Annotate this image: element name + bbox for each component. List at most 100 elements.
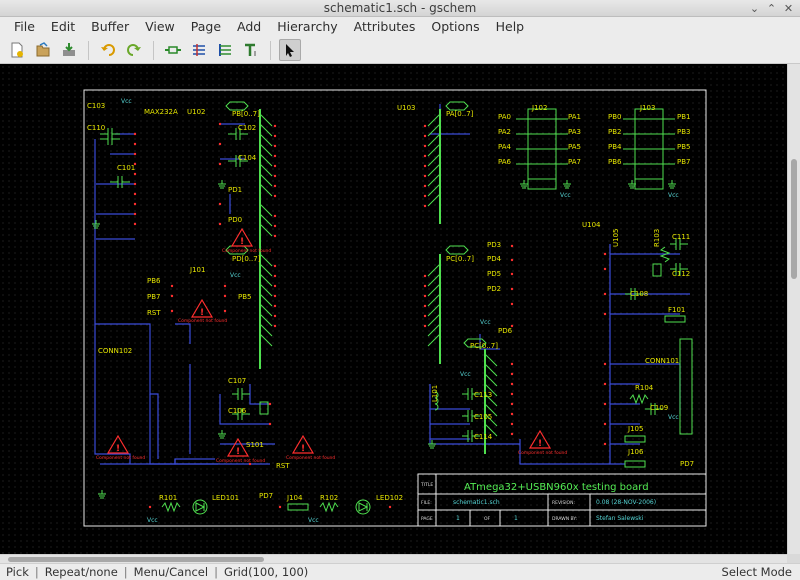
pin-label: PB7 <box>677 158 690 166</box>
component-label: C113 <box>474 391 492 399</box>
pin-label: PA2 <box>498 128 511 136</box>
vertical-scrollbar-thumb[interactable] <box>791 159 797 279</box>
menu-edit[interactable]: Edit <box>43 17 83 37</box>
open-file-icon <box>36 42 50 57</box>
toolbar-separator <box>153 40 154 60</box>
status-separator: | <box>34 565 39 579</box>
title-block-drawn-by: Stefan Salewski <box>596 515 644 522</box>
component-label: C108 <box>630 290 648 298</box>
bus-label: PD[0..7] <box>232 255 261 263</box>
save-file-button[interactable] <box>58 39 80 61</box>
net-label: PB6 <box>147 277 161 285</box>
horizontal-scrollbar[interactable] <box>0 554 787 563</box>
new-file-button[interactable] <box>6 39 28 61</box>
bus-label: PA[0..7] <box>446 110 474 118</box>
menu-help[interactable]: Help <box>488 17 533 37</box>
close-icon[interactable]: ✕ <box>782 2 795 15</box>
component-label: R103 <box>653 229 661 247</box>
open-file-button[interactable] <box>32 39 54 61</box>
menu-file[interactable]: File <box>6 17 43 37</box>
pin-label: PA3 <box>568 128 581 136</box>
net-labels: PD1 PD0 PD3 PD4 PD5 PD2 PD6 PD7 PD7 PB6 … <box>147 113 694 500</box>
title-block-of-label: OF <box>484 516 491 522</box>
add-net-button[interactable] <box>188 39 210 61</box>
menu-add[interactable]: Add <box>229 17 269 37</box>
net-label: PD4 <box>487 255 502 263</box>
menu-view[interactable]: View <box>137 17 183 37</box>
title-block-drawn-label: DRAWN BY: <box>552 516 577 522</box>
gschem-window: schematic1.sch - gschem ⌄ ⌃ ✕ File Edit … <box>0 0 800 580</box>
title-block-file: schematic1.sch <box>453 499 500 506</box>
menu-buffer[interactable]: Buffer <box>83 17 137 37</box>
menu-page[interactable]: Page <box>183 17 229 37</box>
component-label: C111 <box>672 233 690 241</box>
component-label: J102 <box>531 104 547 112</box>
maximize-icon[interactable]: ⌃ <box>765 2 778 15</box>
vcc-label: Vcc <box>560 192 571 199</box>
status-middle-button: Repeat/none <box>44 565 118 579</box>
component-label: U102 <box>187 108 205 116</box>
add-component-button[interactable] <box>162 39 184 61</box>
warning-label: Component not found <box>96 455 145 461</box>
undo-button[interactable] <box>97 39 119 61</box>
component-label: LED101 <box>212 494 239 502</box>
title-bar: schematic1.sch - gschem ⌄ ⌃ ✕ <box>0 0 800 17</box>
menu-hierarchy[interactable]: Hierarchy <box>269 17 345 37</box>
menu-options[interactable]: Options <box>423 17 487 37</box>
svg-text:!: ! <box>301 444 305 454</box>
add-text-icon <box>245 43 256 56</box>
status-left-button: Pick <box>6 565 29 579</box>
title-block-title-label: TITLE <box>420 482 433 488</box>
status-mode: Select Mode <box>721 565 792 579</box>
warning-icon: ! <box>106 434 130 454</box>
component-label: U105 <box>612 229 620 247</box>
title-block-title: ATmega32+USBN960x testing board <box>464 482 649 493</box>
net-wires <box>94 104 690 465</box>
component-label: F101 <box>668 306 685 314</box>
pin-label: PA7 <box>568 158 581 166</box>
horizontal-scrollbar-thumb[interactable] <box>8 557 264 562</box>
component-label: J103 <box>639 104 655 112</box>
pin-label: PB5 <box>677 143 690 151</box>
warning-label: Component not found <box>518 450 567 456</box>
warning-label: Component not found <box>178 318 227 324</box>
net-label: PB7 <box>147 293 160 301</box>
warning-label: Component not found <box>216 458 265 464</box>
pin-label: PB3 <box>677 128 690 136</box>
redo-button[interactable] <box>123 39 145 61</box>
component-label: C101 <box>117 164 135 172</box>
component-label: C107 <box>228 377 246 385</box>
svg-text:!: ! <box>240 237 244 247</box>
component-label: J104 <box>286 494 303 502</box>
vcc-label: Vcc <box>460 371 471 378</box>
select-pointer-button[interactable] <box>279 39 301 61</box>
add-text-button[interactable] <box>240 39 262 61</box>
schematic-canvas[interactable]: ! ! ! ! ! ! Component not found Componen… <box>0 64 787 554</box>
net-label: RST <box>147 309 161 317</box>
status-grid: Grid(100, 100) <box>223 565 309 579</box>
warning-icon: ! <box>190 298 214 318</box>
title-block-page-label: PAGE <box>421 516 433 522</box>
warning-label: Component not found <box>286 455 335 461</box>
minimize-icon[interactable]: ⌄ <box>748 2 761 15</box>
component-label: J105 <box>627 425 643 433</box>
svg-text:!: ! <box>200 308 204 318</box>
net-label: PD5 <box>487 270 501 278</box>
vertical-scrollbar[interactable] <box>787 64 800 554</box>
status-bar: Pick | Repeat/none | Menu/Cancel | Grid(… <box>0 563 800 580</box>
pin-label: PA1 <box>568 113 581 121</box>
pin-label: PA6 <box>498 158 512 166</box>
add-bus-button[interactable] <box>214 39 236 61</box>
component-label: R104 <box>635 384 654 392</box>
power-labels: Vcc Vcc Vcc Vcc Vcc Vcc Vcc Vcc Vcc <box>121 98 679 524</box>
vcc-label: Vcc <box>480 319 491 326</box>
add-bus-icon <box>219 44 231 56</box>
redo-icon <box>127 44 141 56</box>
pin-label: PA0 <box>498 113 511 121</box>
component-label: C103 <box>87 102 105 110</box>
menu-attributes[interactable]: Attributes <box>346 17 424 37</box>
bus-label: PC[0..7] <box>446 255 474 263</box>
bus-label: PB[0..7] <box>232 110 260 118</box>
component-label: J106 <box>627 448 644 456</box>
component-label: C109 <box>650 404 668 412</box>
